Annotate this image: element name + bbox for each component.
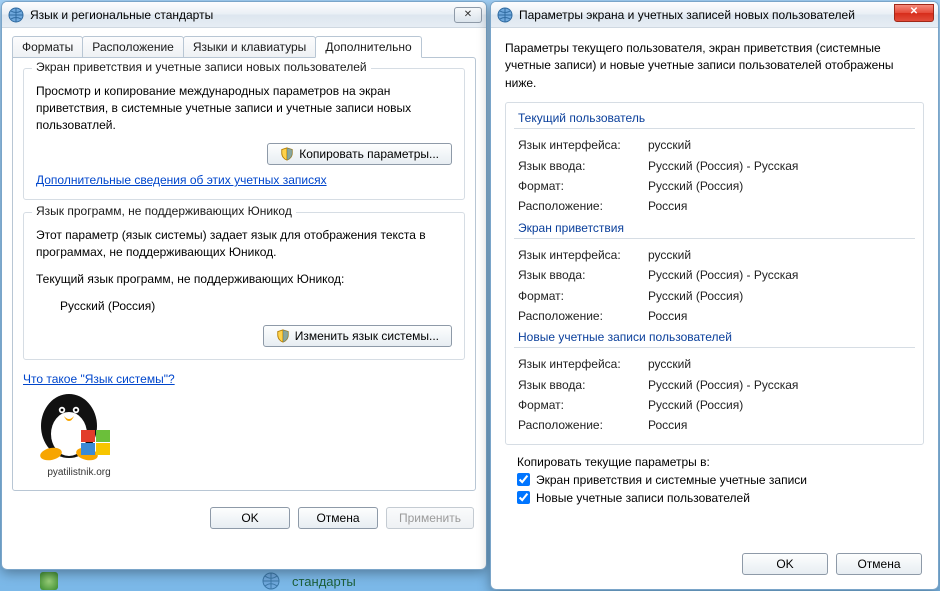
kv-value: Русский (Россия) <box>648 286 911 306</box>
shield-icon <box>280 147 294 161</box>
kv-value: Русский (Россия) - Русская <box>648 265 911 285</box>
desktop-peek-icon <box>40 572 58 590</box>
settings-summary-box: Текущий пользовательЯзык интерфейса:русс… <box>505 102 924 445</box>
cancel-button[interactable]: Отмена <box>836 553 922 575</box>
checkbox-input[interactable] <box>517 473 530 486</box>
desktop-background: стандарты <box>0 571 488 591</box>
kv-row: Формат:Русский (Россия) <box>518 286 911 306</box>
close-button[interactable]: ✕ <box>454 7 482 23</box>
tab-administrative[interactable]: Дополнительно <box>315 36 421 58</box>
kv-row: Язык интерфейса:русский <box>518 135 911 155</box>
kv-row: Язык интерфейса:русский <box>518 354 911 374</box>
current-language-value: Русский (Россия) <box>36 298 452 315</box>
kv-row: Язык ввода:Русский (Россия) - Русская <box>518 156 911 176</box>
kv-value: Русский (Россия) <box>648 395 911 415</box>
what-is-system-locale-link[interactable]: Что такое "Язык системы"? <box>23 372 175 386</box>
titlebar[interactable]: Язык и региональные стандарты ✕ <box>2 2 486 28</box>
copy-settings-button[interactable]: Копировать параметры... <box>267 143 452 165</box>
group-description: Этот параметр (язык системы) задает язык… <box>36 227 452 261</box>
cancel-button[interactable]: Отмена <box>298 507 378 529</box>
desktop-item-label: стандарты <box>292 574 356 589</box>
section-title: Текущий пользователь <box>514 111 915 129</box>
region-language-dialog: Язык и региональные стандарты ✕ Форматы … <box>1 1 487 570</box>
kv-key: Язык ввода: <box>518 375 648 395</box>
dialog-footer: OK Отмена Применить <box>2 499 486 539</box>
watermark-logo: pyatilistnik.org <box>23 386 465 480</box>
copy-settings-section: Копировать текущие параметры в: Экран пр… <box>505 445 924 513</box>
section-title: Новые учетные записи пользователей <box>514 330 915 348</box>
kv-row: Формат:Русский (Россия) <box>518 176 911 196</box>
kv-key: Расположение: <box>518 415 648 435</box>
kv-key: Язык интерфейса: <box>518 135 648 155</box>
globe-icon <box>497 7 513 23</box>
close-button[interactable]: ✕ <box>894 4 934 22</box>
tab-keyboards[interactable]: Языки и клавиатуры <box>183 36 316 58</box>
kv-value: русский <box>648 135 911 155</box>
kv-key: Формат: <box>518 395 648 415</box>
tab-location[interactable]: Расположение <box>82 36 184 58</box>
globe-icon <box>8 7 24 23</box>
group-legend: Язык программ, не поддерживающих Юникод <box>32 204 296 218</box>
checkbox-welcome-screen[interactable]: Экран приветствия и системные учетные за… <box>517 473 912 487</box>
kv-row: Язык ввода:Русский (Россия) - Русская <box>518 265 911 285</box>
checkbox-new-user-accounts[interactable]: Новые учетные записи пользователей <box>517 491 912 505</box>
tabs: Форматы Расположение Языки и клавиатуры … <box>12 36 476 58</box>
tab-formats[interactable]: Форматы <box>12 36 83 58</box>
kv-row: Язык интерфейса:русский <box>518 245 911 265</box>
accounts-info-link[interactable]: Дополнительные сведения об этих учетных … <box>36 173 327 187</box>
group-description: Просмотр и копирование международных пар… <box>36 83 452 133</box>
kv-key: Формат: <box>518 286 648 306</box>
change-system-locale-button[interactable]: Изменить язык системы... <box>263 325 452 347</box>
welcome-new-user-settings-dialog: Параметры экрана и учетных записей новых… <box>490 1 939 590</box>
kv-value: Русский (Россия) <box>648 176 911 196</box>
kv-row: Расположение:Россия <box>518 306 911 326</box>
kv-row: Расположение:Россия <box>518 196 911 216</box>
group-non-unicode: Язык программ, не поддерживающих Юникод … <box>23 212 465 359</box>
kv-value: Россия <box>648 415 911 435</box>
kv-value: Русский (Россия) - Русская <box>648 375 911 395</box>
kv-value: русский <box>648 354 911 374</box>
checkbox-input[interactable] <box>517 491 530 504</box>
ok-button[interactable]: OK <box>742 553 828 575</box>
section-title: Экран приветствия <box>514 221 915 239</box>
kv-key: Язык ввода: <box>518 265 648 285</box>
kv-value: русский <box>648 245 911 265</box>
button-label: Копировать параметры... <box>299 147 439 161</box>
kv-key: Формат: <box>518 176 648 196</box>
checkbox-label: Новые учетные записи пользователей <box>536 491 750 505</box>
intro-text: Параметры текущего пользователя, экран п… <box>505 40 924 92</box>
kv-value: Россия <box>648 306 911 326</box>
shield-icon <box>276 329 290 343</box>
kv-value: Русский (Россия) - Русская <box>648 156 911 176</box>
current-language-label: Текущий язык программ, не поддерживающих… <box>36 271 452 288</box>
kv-key: Язык интерфейса: <box>518 354 648 374</box>
kv-key: Язык интерфейса: <box>518 245 648 265</box>
kv-row: Формат:Русский (Россия) <box>518 395 911 415</box>
dialog-footer: OK Отмена <box>730 545 934 585</box>
ok-button[interactable]: OK <box>210 507 290 529</box>
kv-row: Расположение:Россия <box>518 415 911 435</box>
kv-key: Расположение: <box>518 196 648 216</box>
copy-settings-label: Копировать текущие параметры в: <box>517 455 912 469</box>
button-label: Изменить язык системы... <box>295 329 439 343</box>
kv-key: Язык ввода: <box>518 156 648 176</box>
group-welcome-accounts: Экран приветствия и учетные записи новых… <box>23 68 465 200</box>
logo-caption: pyatilistnik.org <box>29 467 129 478</box>
globe-icon <box>262 572 280 590</box>
titlebar[interactable]: Параметры экрана и учетных записей новых… <box>491 2 938 28</box>
window-title: Язык и региональные стандарты <box>30 8 452 22</box>
kv-row: Язык ввода:Русский (Россия) - Русская <box>518 375 911 395</box>
checkbox-label: Экран приветствия и системные учетные за… <box>536 473 807 487</box>
kv-key: Расположение: <box>518 306 648 326</box>
kv-value: Россия <box>648 196 911 216</box>
penguin-logo-icon <box>29 386 129 464</box>
apply-button: Применить <box>386 507 474 529</box>
window-title: Параметры экрана и учетных записей новых… <box>519 8 892 22</box>
tabpane-administrative: Экран приветствия и учетные записи новых… <box>12 57 476 491</box>
group-legend: Экран приветствия и учетные записи новых… <box>32 60 371 74</box>
